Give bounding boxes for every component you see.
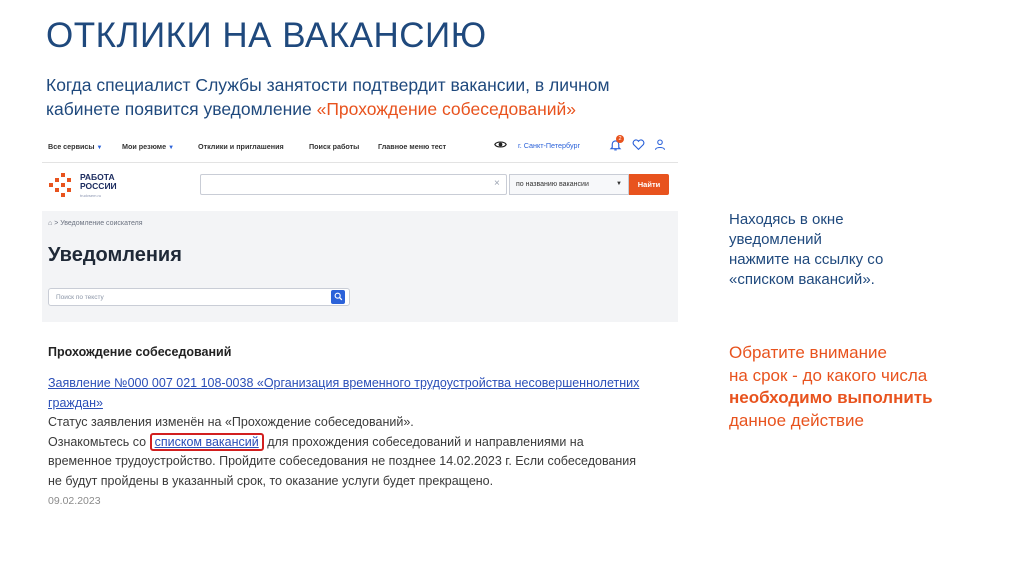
logo-subtitle: trudvsem.ru <box>80 193 102 198</box>
slide-title: ОТКЛИКИ НА ВАКАНСИЮ <box>46 16 487 55</box>
warning-note: Обратите внимание на срок - до какого чи… <box>729 343 933 430</box>
nav-my-resumes[interactable]: Мои резюме ▼ <box>122 142 174 151</box>
nav-responses[interactable]: Отклики и приглашения <box>198 142 284 151</box>
search-input[interactable] <box>200 174 507 195</box>
city-selector[interactable]: г. Санкт-Петербург <box>518 141 580 150</box>
text-before-link: Ознакомьтесь со <box>48 434 150 449</box>
notification-badge: 2 <box>616 135 624 143</box>
nav-all-services[interactable]: Все сервисы ▼ <box>48 142 103 151</box>
instruction-note: Находясь в окне уведомлений нажмите на с… <box>729 211 884 288</box>
intro-highlight: «Прохождение собеседований» <box>316 99 577 119</box>
chevron-down-icon: ▼ <box>616 181 622 187</box>
search-type-select[interactable]: по названию вакансии ▼ <box>509 174 629 195</box>
eye-icon[interactable] <box>494 138 507 154</box>
logo-icon[interactable] <box>48 172 74 198</box>
logo-text[interactable]: РАБОТА РОССИИ <box>80 173 117 191</box>
search-icon[interactable] <box>331 290 345 304</box>
filter-input[interactable]: Поиск по тексту <box>48 288 350 306</box>
notification-title: Прохождение собеседований <box>48 345 232 359</box>
heart-icon[interactable] <box>632 138 645 154</box>
home-icon[interactable]: ⌂ <box>48 220 52 227</box>
clear-icon[interactable]: × <box>494 178 500 189</box>
chevron-down-icon: ▼ <box>168 145 175 151</box>
user-icon[interactable] <box>654 138 666 154</box>
site-screenshot: Все сервисы ▼ Мои резюме ▼ Отклики и пригл… <box>42 130 678 322</box>
notification-date: 09.02.2023 <box>48 495 101 507</box>
nav-job-search[interactable]: Поиск работы <box>309 142 359 151</box>
application-link[interactable]: Заявление №000 007 021 108-0038 «Организ… <box>48 376 639 410</box>
breadcrumb-current: Уведомление соискателя <box>60 220 143 227</box>
page-title: Уведомления <box>48 244 182 266</box>
breadcrumb: ⌂ > Уведомление соискателя <box>48 220 143 227</box>
slide-intro: Когда специалист Службы занятости подтве… <box>46 73 736 121</box>
intro-line2: кабинете появится уведомление <box>46 99 317 119</box>
nav-main-menu[interactable]: Главное меню тест <box>378 142 446 151</box>
vacancy-list-highlight: списком вакансий <box>149 432 264 451</box>
top-navbar: Все сервисы ▼ Мои резюме ▼ Отклики и пригл… <box>42 130 678 163</box>
site-header: РАБОТА РОССИИ trudvsem.ru × по названию … <box>42 163 678 211</box>
chevron-down-icon: ▼ <box>96 145 103 151</box>
status-text: Статус заявления изменён на «Прохождение… <box>48 415 414 429</box>
find-button[interactable]: Найти <box>629 174 669 195</box>
notification-body: Заявление №000 007 021 108-0038 «Организ… <box>48 374 648 491</box>
breadcrumb-separator: > <box>54 220 59 227</box>
intro-line1: Когда специалист Службы занятости подтве… <box>46 75 610 95</box>
vacancy-list-link[interactable]: списком вакансий <box>155 435 259 449</box>
